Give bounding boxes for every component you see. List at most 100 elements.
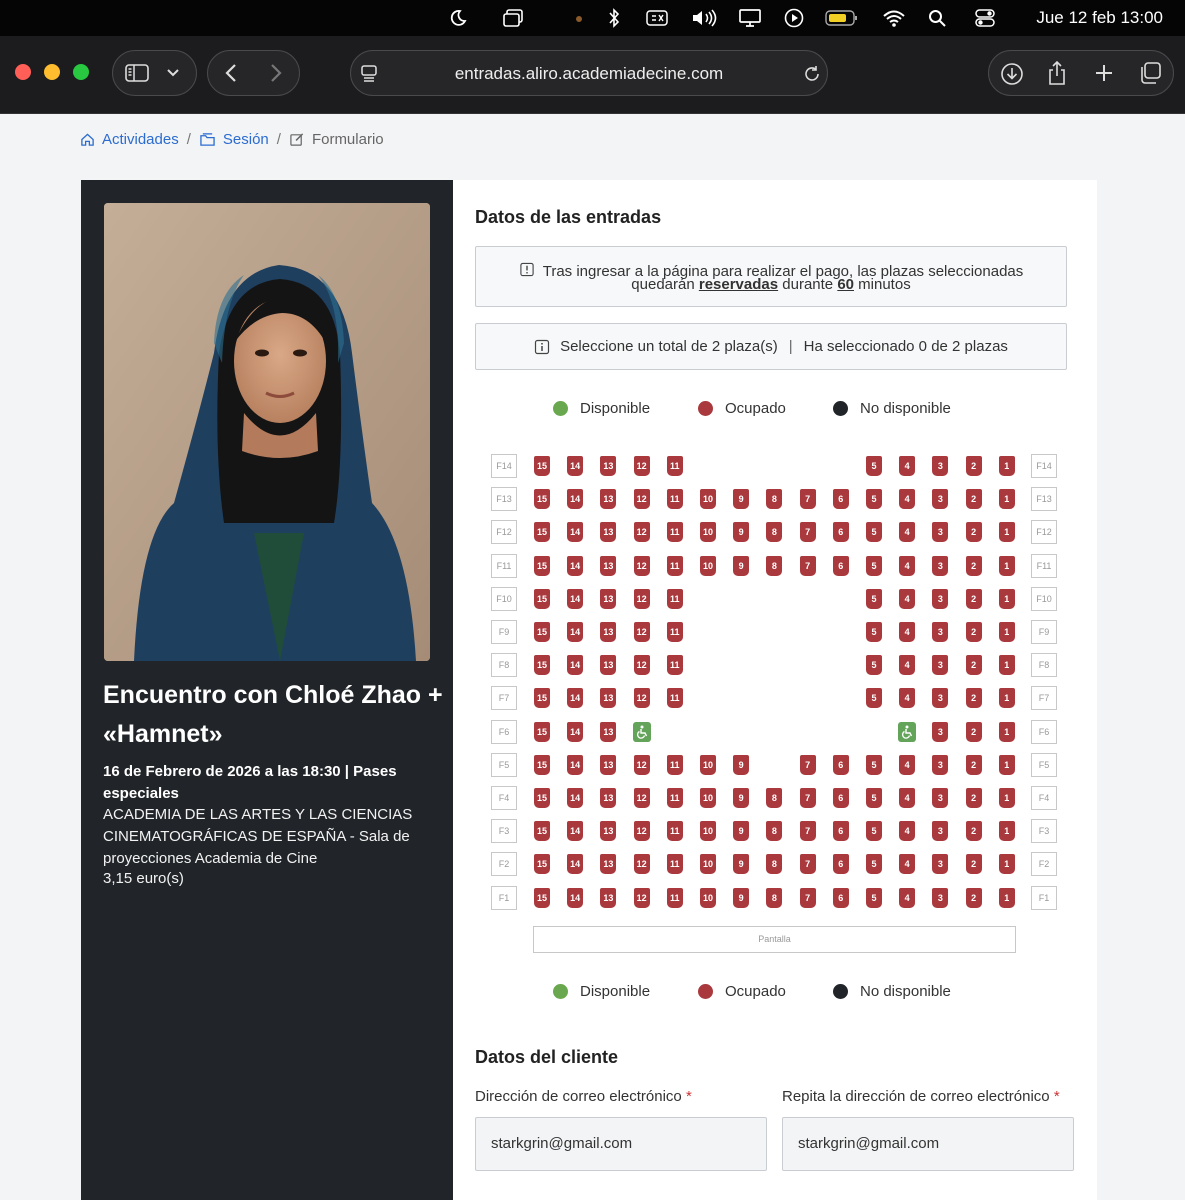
seat-f9-2[interactable]: 2: [965, 622, 982, 642]
seat-f5-10[interactable]: 10: [700, 754, 716, 775]
seat-f13-8[interactable]: 8: [766, 489, 783, 510]
seat-f7-14[interactable]: 14: [567, 688, 584, 709]
seat-f13-1[interactable]: 1: [998, 489, 1015, 510]
seat-f13-14[interactable]: 14: [567, 489, 584, 510]
seat-f1-8[interactable]: 8: [766, 887, 783, 908]
seat-f12-12[interactable]: 12: [633, 522, 650, 543]
forward-icon[interactable]: [265, 62, 287, 84]
seat-f8-4[interactable]: 4: [899, 655, 916, 676]
seat-f1-13[interactable]: 13: [600, 887, 617, 908]
seat-f12-2[interactable]: 2: [965, 522, 982, 543]
share-icon[interactable]: [1044, 60, 1070, 86]
seat-f8-13[interactable]: 13: [600, 655, 617, 676]
seat-f4-7[interactable]: 7: [799, 788, 816, 808]
seat-f1-14[interactable]: 14: [567, 887, 584, 908]
keyboard-icon[interactable]: [644, 7, 670, 29]
seat-f2-9[interactable]: 9: [733, 854, 750, 875]
seat-f7-3[interactable]: 3: [932, 688, 949, 709]
seat-f11-5[interactable]: 5: [866, 555, 882, 576]
seat-f1-7[interactable]: 7: [799, 887, 816, 908]
volume-icon[interactable]: [688, 7, 720, 29]
seat-f12-4[interactable]: 4: [899, 522, 916, 543]
seat-f14-15[interactable]: 15: [534, 456, 550, 476]
seat-f11-8[interactable]: 8: [766, 555, 783, 576]
seat-f11-3[interactable]: 3: [932, 555, 949, 576]
seat-f1-2[interactable]: 2: [965, 887, 982, 908]
seat-f5-4[interactable]: 4: [899, 754, 916, 775]
seat-f2-14[interactable]: 14: [567, 854, 584, 875]
close-window-button[interactable]: [15, 64, 31, 80]
seat-f9-14[interactable]: 14: [567, 622, 584, 642]
seat-f7-5[interactable]: 5: [866, 688, 882, 709]
seat-f2-2[interactable]: 2: [965, 854, 982, 875]
seat-f5-12[interactable]: 12: [633, 754, 650, 775]
seat-f3-12[interactable]: 12: [633, 821, 650, 842]
seat-f3-10[interactable]: 10: [700, 821, 716, 842]
seat-f13-15[interactable]: 15: [534, 489, 550, 510]
seat-f5-5[interactable]: 5: [866, 754, 882, 775]
seat-f7-12[interactable]: 12: [633, 688, 650, 709]
seat-f12-6[interactable]: 6: [832, 522, 849, 543]
seat-f14-1[interactable]: 1: [998, 456, 1015, 476]
seat-f14-11[interactable]: 11: [666, 456, 683, 476]
seat-f8-3[interactable]: 3: [932, 655, 949, 676]
seat-f5-3[interactable]: 3: [932, 754, 949, 775]
seat-f4-1[interactable]: 1: [998, 788, 1015, 808]
seat-f1-4[interactable]: 4: [899, 887, 916, 908]
seat-f14-5[interactable]: 5: [866, 456, 882, 476]
seat-f6-2[interactable]: 2: [965, 721, 982, 742]
seat-f10-4[interactable]: 4: [899, 588, 916, 609]
seat-f9-1[interactable]: 1: [998, 622, 1015, 642]
search-icon[interactable]: [926, 7, 948, 29]
seat-f12-11[interactable]: 11: [666, 522, 683, 543]
seat-f4-3[interactable]: 3: [932, 788, 949, 808]
seat-f13-7[interactable]: 7: [799, 489, 816, 510]
seat-f10-11[interactable]: 11: [666, 588, 683, 609]
seat-f3-1[interactable]: 1: [998, 821, 1015, 842]
zoom-window-button[interactable]: [73, 64, 89, 80]
seat-f12-9[interactable]: 9: [733, 522, 750, 543]
seat-f14-14[interactable]: 14: [567, 456, 584, 476]
wheelchair-icon[interactable]: [632, 721, 651, 742]
seat-f12-15[interactable]: 15: [534, 522, 550, 543]
seat-f11-13[interactable]: 13: [600, 555, 617, 576]
seat-f8-2[interactable]: 2: [965, 655, 982, 676]
seat-f8-12[interactable]: 12: [633, 655, 650, 676]
seat-f2-1[interactable]: 1: [998, 854, 1015, 875]
seat-f10-13[interactable]: 13: [600, 588, 617, 609]
seat-f5-2[interactable]: 2: [965, 754, 982, 775]
seat-f5-11[interactable]: 11: [666, 754, 683, 775]
seat-f4-10[interactable]: 10: [700, 788, 716, 808]
seat-f2-4[interactable]: 4: [899, 854, 916, 875]
seat-f2-10[interactable]: 10: [700, 854, 716, 875]
seat-f8-11[interactable]: 11: [666, 655, 683, 676]
seat-f7-1[interactable]: 1: [998, 688, 1015, 709]
seat-f11-7[interactable]: 7: [799, 555, 816, 576]
seat-f11-9[interactable]: 9: [733, 555, 750, 576]
seat-f14-4[interactable]: 4: [899, 456, 916, 476]
seat-f4-13[interactable]: 13: [600, 788, 617, 808]
seat-f3-5[interactable]: 5: [866, 821, 882, 842]
seat-f1-3[interactable]: 3: [932, 887, 949, 908]
seat-f2-13[interactable]: 13: [600, 854, 617, 875]
seat-f5-15[interactable]: 15: [534, 754, 550, 775]
address-bar[interactable]: entradas.aliro.academiadecine.com: [350, 50, 828, 96]
seat-f11-14[interactable]: 14: [567, 555, 584, 576]
download-icon[interactable]: [999, 62, 1025, 86]
email-field[interactable]: starkgrin@gmail.com: [475, 1117, 767, 1171]
seat-f12-1[interactable]: 1: [998, 522, 1015, 543]
bluetooth-icon[interactable]: [604, 7, 624, 29]
seat-f3-4[interactable]: 4: [899, 821, 916, 842]
seat-f11-12[interactable]: 12: [633, 555, 650, 576]
sidebar-icon[interactable]: [122, 60, 152, 86]
seat-f12-14[interactable]: 14: [567, 522, 584, 543]
seat-f4-4[interactable]: 4: [899, 788, 916, 808]
seat-f3-14[interactable]: 14: [567, 821, 584, 842]
seat-f4-6[interactable]: 6: [832, 788, 849, 808]
seat-f9-3[interactable]: 3: [932, 622, 949, 642]
seat-f1-9[interactable]: 9: [733, 887, 750, 908]
seat-f4-2[interactable]: 2: [965, 788, 982, 808]
seat-f1-5[interactable]: 5: [866, 887, 882, 908]
seat-f13-2[interactable]: 2: [965, 489, 982, 510]
seat-f1-12[interactable]: 12: [633, 887, 650, 908]
